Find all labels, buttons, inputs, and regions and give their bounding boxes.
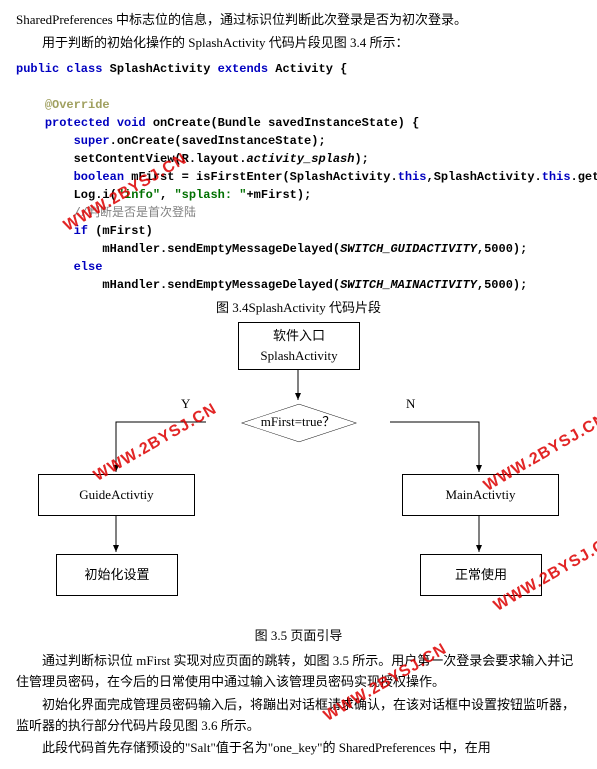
flow-entry-l1: 软件入口 — [273, 326, 325, 347]
kw-super: super — [74, 134, 110, 148]
handler-guid-end: ,5000); — [477, 242, 527, 256]
page: SharedPreferences 中标志位的信息，通过标识位判断此次登录是否为… — [16, 10, 581, 759]
log-pre: Log.i( — [74, 188, 117, 202]
switch-guid-const: SWITCH_GUIDACTIVITY — [340, 242, 477, 256]
flow-normal: 正常使用 — [420, 554, 542, 596]
switch-main-const: SWITCH_MAINACTIVITY — [340, 278, 477, 292]
kw-boolean: boolean — [74, 170, 124, 184]
code-listing-3-4: public class SplashActivity extends Acti… — [16, 60, 581, 294]
kw-this-2: this — [542, 170, 571, 184]
branch-y-label: Y — [181, 394, 190, 415]
caption-3-4: 图 3.4SplashActivity 代码片段 — [16, 298, 581, 319]
setcontentview-end: ); — [354, 152, 368, 166]
kw-else: else — [74, 260, 103, 274]
log-str-info: "info" — [117, 188, 160, 202]
kw-protected-void: protected void — [45, 116, 146, 130]
kw-public-class: public class — [16, 62, 102, 76]
if-cond: (mFirst) — [88, 224, 153, 238]
flow-normal-label: 正常使用 — [455, 565, 507, 586]
class-name: SplashActivity — [110, 62, 211, 76]
flow-entry-l2: SplashActivity — [260, 346, 337, 367]
method-oncreate: onCreate(Bundle savedInstanceState) { — [153, 116, 419, 130]
mfirst-assign-3: .getClass().getName()); — [571, 170, 597, 184]
flowchart-3-5: 软件入口 SplashActivity mFirst=true？ Y N Gui… — [16, 322, 581, 622]
paragraph-2: 用于判断的初始化操作的 SplashActivity 代码片段见图 3.4 所示… — [16, 33, 581, 54]
handler-guid-pre: mHandler.sendEmptyMessageDelayed( — [102, 242, 340, 256]
mfirst-assign-1: mFirst = isFirstEnter(SplashActivity. — [124, 170, 398, 184]
handler-main-end: ,5000); — [477, 278, 527, 292]
setcontentview-pre: setContentView(R.layout. — [74, 152, 247, 166]
kw-extends: extends — [218, 62, 268, 76]
flow-guide: GuideActivtiy — [38, 474, 195, 516]
flow-init: 初始化设置 — [56, 554, 178, 596]
branch-n-label: N — [406, 394, 415, 415]
paragraph-5: 此段代码首先存储预设的"Salt"值于名为"one_key"的 SharedPr… — [16, 738, 581, 759]
flow-guide-label: GuideActivtiy — [79, 485, 153, 506]
flow-entry: 软件入口 SplashActivity — [238, 322, 360, 370]
superclass: Activity { — [275, 62, 347, 76]
flow-decision: mFirst=true？ — [208, 377, 388, 467]
paragraph-4: 初始化界面完成管理员密码输入后，将蹦出对话框请求确认，在该对话框中设置按钮监听器… — [16, 695, 581, 737]
super-call: .onCreate(savedInstanceState); — [110, 134, 326, 148]
log-str-splash: "splash: " — [174, 188, 246, 202]
code-comment: //判断是否是首次登陆 — [74, 206, 196, 220]
paragraph-3: 通过判断标识位 mFirst 实现对应页面的跳转，如图 3.5 所示。用户第一次… — [16, 651, 581, 693]
caption-3-5: 图 3.5 页面引导 — [16, 626, 581, 647]
flow-main: MainActivtiy — [402, 474, 559, 516]
handler-main-pre: mHandler.sendEmptyMessageDelayed( — [102, 278, 340, 292]
kw-this-1: this — [398, 170, 427, 184]
layout-id: activity_splash — [246, 152, 354, 166]
flow-init-label: 初始化设置 — [84, 565, 149, 586]
flow-decision-label: mFirst=true？ — [208, 377, 388, 467]
mfirst-assign-2: ,SplashActivity. — [427, 170, 542, 184]
log-tail: +mFirst); — [246, 188, 311, 202]
paragraph-1: SharedPreferences 中标志位的信息，通过标识位判断此次登录是否为… — [16, 10, 581, 31]
annotation-override: @Override — [45, 98, 110, 112]
kw-if: if — [74, 224, 88, 238]
log-comma: , — [160, 188, 174, 202]
flow-main-label: MainActivtiy — [445, 485, 515, 506]
